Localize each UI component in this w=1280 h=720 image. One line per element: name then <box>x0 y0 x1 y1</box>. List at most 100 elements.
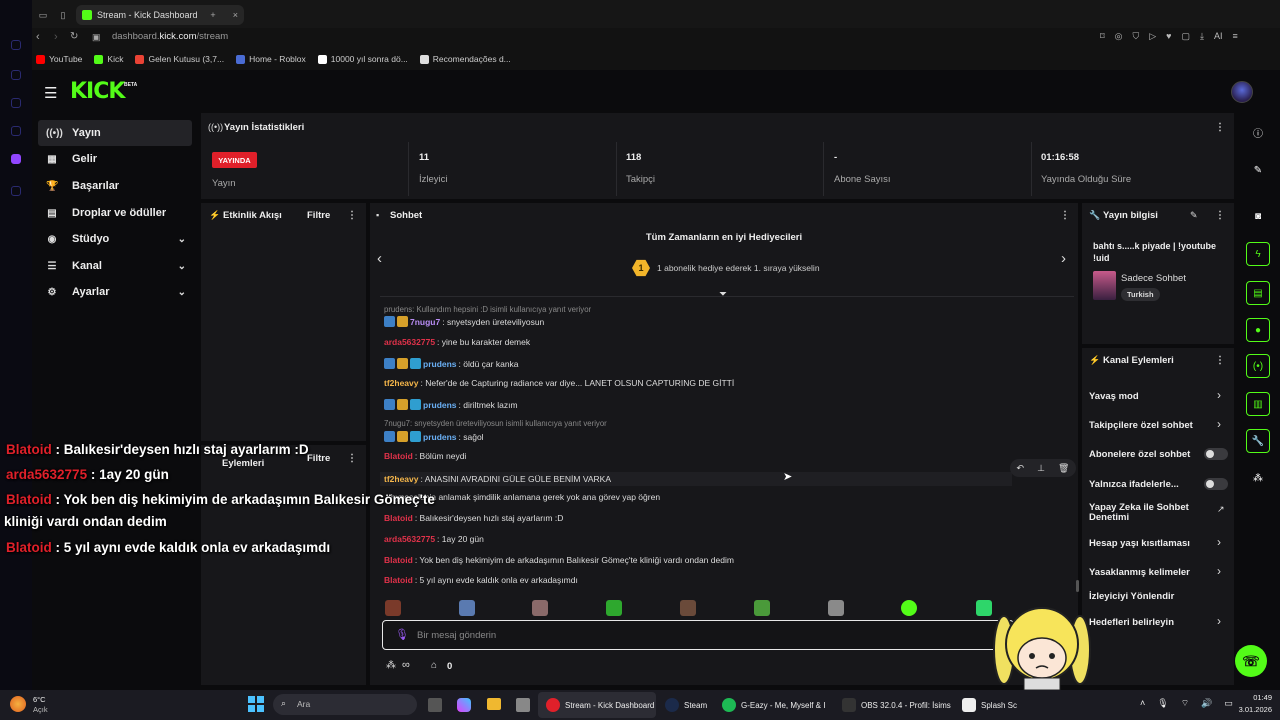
sidebar-item-broadcast[interactable]: ((•)) Yayın <box>38 120 192 146</box>
heart-icon[interactable]: ♥ <box>1166 31 1171 42</box>
camera-icon[interactable]: ◎ <box>1115 31 1123 42</box>
camera-icon[interactable]: ◙ <box>1246 204 1270 228</box>
chat-message[interactable]: tf2heavy: Nefer'de de Capturing radiance… <box>384 378 734 388</box>
emote-icon[interactable] <box>828 600 844 616</box>
clock-date[interactable]: 3.01.2026 <box>1224 705 1272 714</box>
info-icon[interactable]: ⓘ <box>1246 120 1270 144</box>
sidebar-dot-icon[interactable] <box>11 98 21 108</box>
more-icon[interactable]: ⋮ <box>1215 122 1225 133</box>
bookmark-item[interactable]: YouTube <box>36 54 82 64</box>
chat-username[interactable]: 7nugu7 <box>410 317 440 327</box>
chat-username[interactable]: Blatoid <box>384 555 413 565</box>
taskbar-app[interactable]: G-Eazy - Me, Myself & I <box>722 698 825 712</box>
chevron-down-icon[interactable]: ⌄ <box>178 234 186 245</box>
chat-username[interactable]: arda5632775 <box>384 337 435 347</box>
chevron-right-icon[interactable]: › <box>1217 388 1221 402</box>
more-icon[interactable]: ⋮ <box>1215 210 1225 221</box>
chevron-right-icon[interactable]: › <box>1061 250 1066 267</box>
chat-message[interactable]: prudens: diriltmek lazım <box>384 399 518 410</box>
sidebar-item-revenue[interactable]: ▦ Gelir <box>38 146 192 172</box>
toggle-switch[interactable] <box>1204 478 1228 490</box>
avatar[interactable] <box>1231 81 1253 103</box>
chevron-up-icon[interactable]: ˄ <box>1140 698 1145 709</box>
broadcast-icon[interactable]: (•) <box>1246 354 1270 378</box>
box-icon[interactable]: ▢ <box>1182 31 1191 42</box>
chat-scrollbar[interactable] <box>1076 580 1079 592</box>
chat-username[interactable]: tf2heavy <box>384 474 419 484</box>
chevron-left-icon[interactable]: ‹ <box>377 250 382 267</box>
channel-action-label[interactable]: Abonelere özel sohbet <box>1089 449 1190 460</box>
chat-bubble-icon[interactable]: ● <box>1246 318 1270 342</box>
volume-icon[interactable]: 🔊 <box>1201 698 1212 709</box>
more-icon[interactable]: ⋮ <box>347 453 357 464</box>
sidebar-item-channel[interactable]: ☰ Kanal ⌄ <box>38 253 192 279</box>
chevron-down-icon[interactable]: ⌄ <box>178 287 186 298</box>
channel-action-label[interactable]: Yasaklanmış kelimeler <box>1089 567 1190 578</box>
delete-icon[interactable]: 🗑 <box>1058 463 1069 474</box>
hamburger-menu-icon[interactable]: ☰ <box>44 84 57 102</box>
more-icon[interactable]: ⋮ <box>347 210 357 221</box>
pencil-icon[interactable]: ✎ <box>1246 158 1270 182</box>
microphone-icon[interactable]: 🎙 <box>1157 698 1168 709</box>
taskbar-app[interactable]: Splash Sc <box>962 698 1017 712</box>
sidebar-dot-icon[interactable] <box>11 40 21 50</box>
chat-username[interactable]: Blatoid <box>384 575 413 585</box>
more-icon[interactable]: ⋮ <box>1215 355 1225 366</box>
sidebar-item-studio[interactable]: ◉ Stüdyo ⌄ <box>38 226 192 252</box>
chat-message[interactable]: arda5632775: 1ay 20 gün <box>384 534 484 544</box>
chat-message[interactable]: Blatoid: Bölüm neydi <box>384 451 466 461</box>
points-icon[interactable]: ⁂ <box>1246 466 1270 490</box>
channel-action-label[interactable]: İzleyiciyi Yönlendir <box>1089 591 1174 602</box>
chat-message[interactable]: prudens: öldü çar kanka <box>384 358 519 369</box>
store-icon[interactable] <box>516 698 530 712</box>
ai-icon[interactable]: AI <box>1214 31 1223 42</box>
edit-icon[interactable]: ✎ <box>1190 210 1198 221</box>
help-button[interactable]: ☏ <box>1235 645 1267 677</box>
weather-icon[interactable] <box>10 696 26 712</box>
sidebar-item-trophy[interactable]: 🏆 Başarılar <box>38 173 192 199</box>
bookmark-item[interactable]: 10000 yıl sonra dö... <box>317 54 408 64</box>
reload-icon[interactable]: ↻ <box>70 31 78 42</box>
bookmark-icon[interactable]: ⌑ <box>1100 31 1105 42</box>
copilot-icon[interactable] <box>457 698 471 712</box>
sidebar-item-gear[interactable]: ⚙ Ayarlar ⌄ <box>38 279 192 305</box>
channel-action-label[interactable]: Hesap yaşı kısıtlaması <box>1089 538 1190 549</box>
bookmark-item[interactable]: Recomendações d... <box>419 54 511 64</box>
filter-button[interactable]: Filtre <box>307 210 330 221</box>
pin-icon[interactable]: ⊥ <box>1037 463 1045 474</box>
tab-icon[interactable]: ▭ <box>36 5 50 25</box>
emote-icon[interactable] <box>532 600 548 616</box>
bookmark-item[interactable]: Home - Roblox <box>236 54 306 64</box>
emote-icon[interactable] <box>606 600 622 616</box>
back-icon[interactable]: ‹ <box>36 31 40 43</box>
bookmark-item[interactable]: Gelen Kutusu (3,7... <box>135 54 224 64</box>
taskbar-search[interactable]: ⌕ Ara <box>273 694 417 715</box>
menu-icon[interactable]: ≡ <box>1233 31 1238 42</box>
emote-icon[interactable] <box>385 600 401 616</box>
chat-username[interactable]: Blatoid <box>384 513 413 523</box>
tab-icon[interactable]: ▯ <box>56 5 70 25</box>
taskbar-app[interactable]: Steam <box>665 698 707 712</box>
file-explorer-icon[interactable] <box>487 698 501 710</box>
chat-username[interactable]: Blatoid <box>384 451 413 461</box>
category-name[interactable]: Sadece Sohbet <box>1121 273 1186 284</box>
chat-message[interactable]: Blatoid: 5 yıl aynı evde kaldık onla ev … <box>384 575 578 585</box>
play-icon[interactable]: ▷ <box>1149 31 1156 42</box>
microphone-icon[interactable]: 🎙 <box>395 628 409 641</box>
chat-username[interactable]: prudens <box>423 432 457 442</box>
external-link-icon[interactable]: ↗ <box>1217 504 1225 515</box>
task-view-icon[interactable] <box>428 698 442 712</box>
clock-time[interactable]: 01:49 <box>1232 693 1272 702</box>
bolt-icon[interactable]: ϟ <box>1246 242 1270 266</box>
chat-message[interactable]: prudens: sağol <box>384 431 484 442</box>
sidebar-dot-icon[interactable] <box>11 186 21 196</box>
chat-username[interactable]: tf2heavy <box>384 378 419 388</box>
channel-action-label[interactable]: Yapay Zeka ile Sohbet Denetimi <box>1089 503 1189 523</box>
shield-icon[interactable]: ⛉ <box>1132 31 1139 42</box>
chevron-right-icon[interactable]: › <box>1217 614 1221 628</box>
toggle-switch[interactable] <box>1204 448 1228 460</box>
twitch-icon[interactable] <box>11 154 21 164</box>
download-icon[interactable]: ⤓ <box>1200 31 1204 42</box>
reply-icon[interactable]: ↶ <box>1017 463 1025 474</box>
chevron-right-icon[interactable]: › <box>1217 417 1221 431</box>
